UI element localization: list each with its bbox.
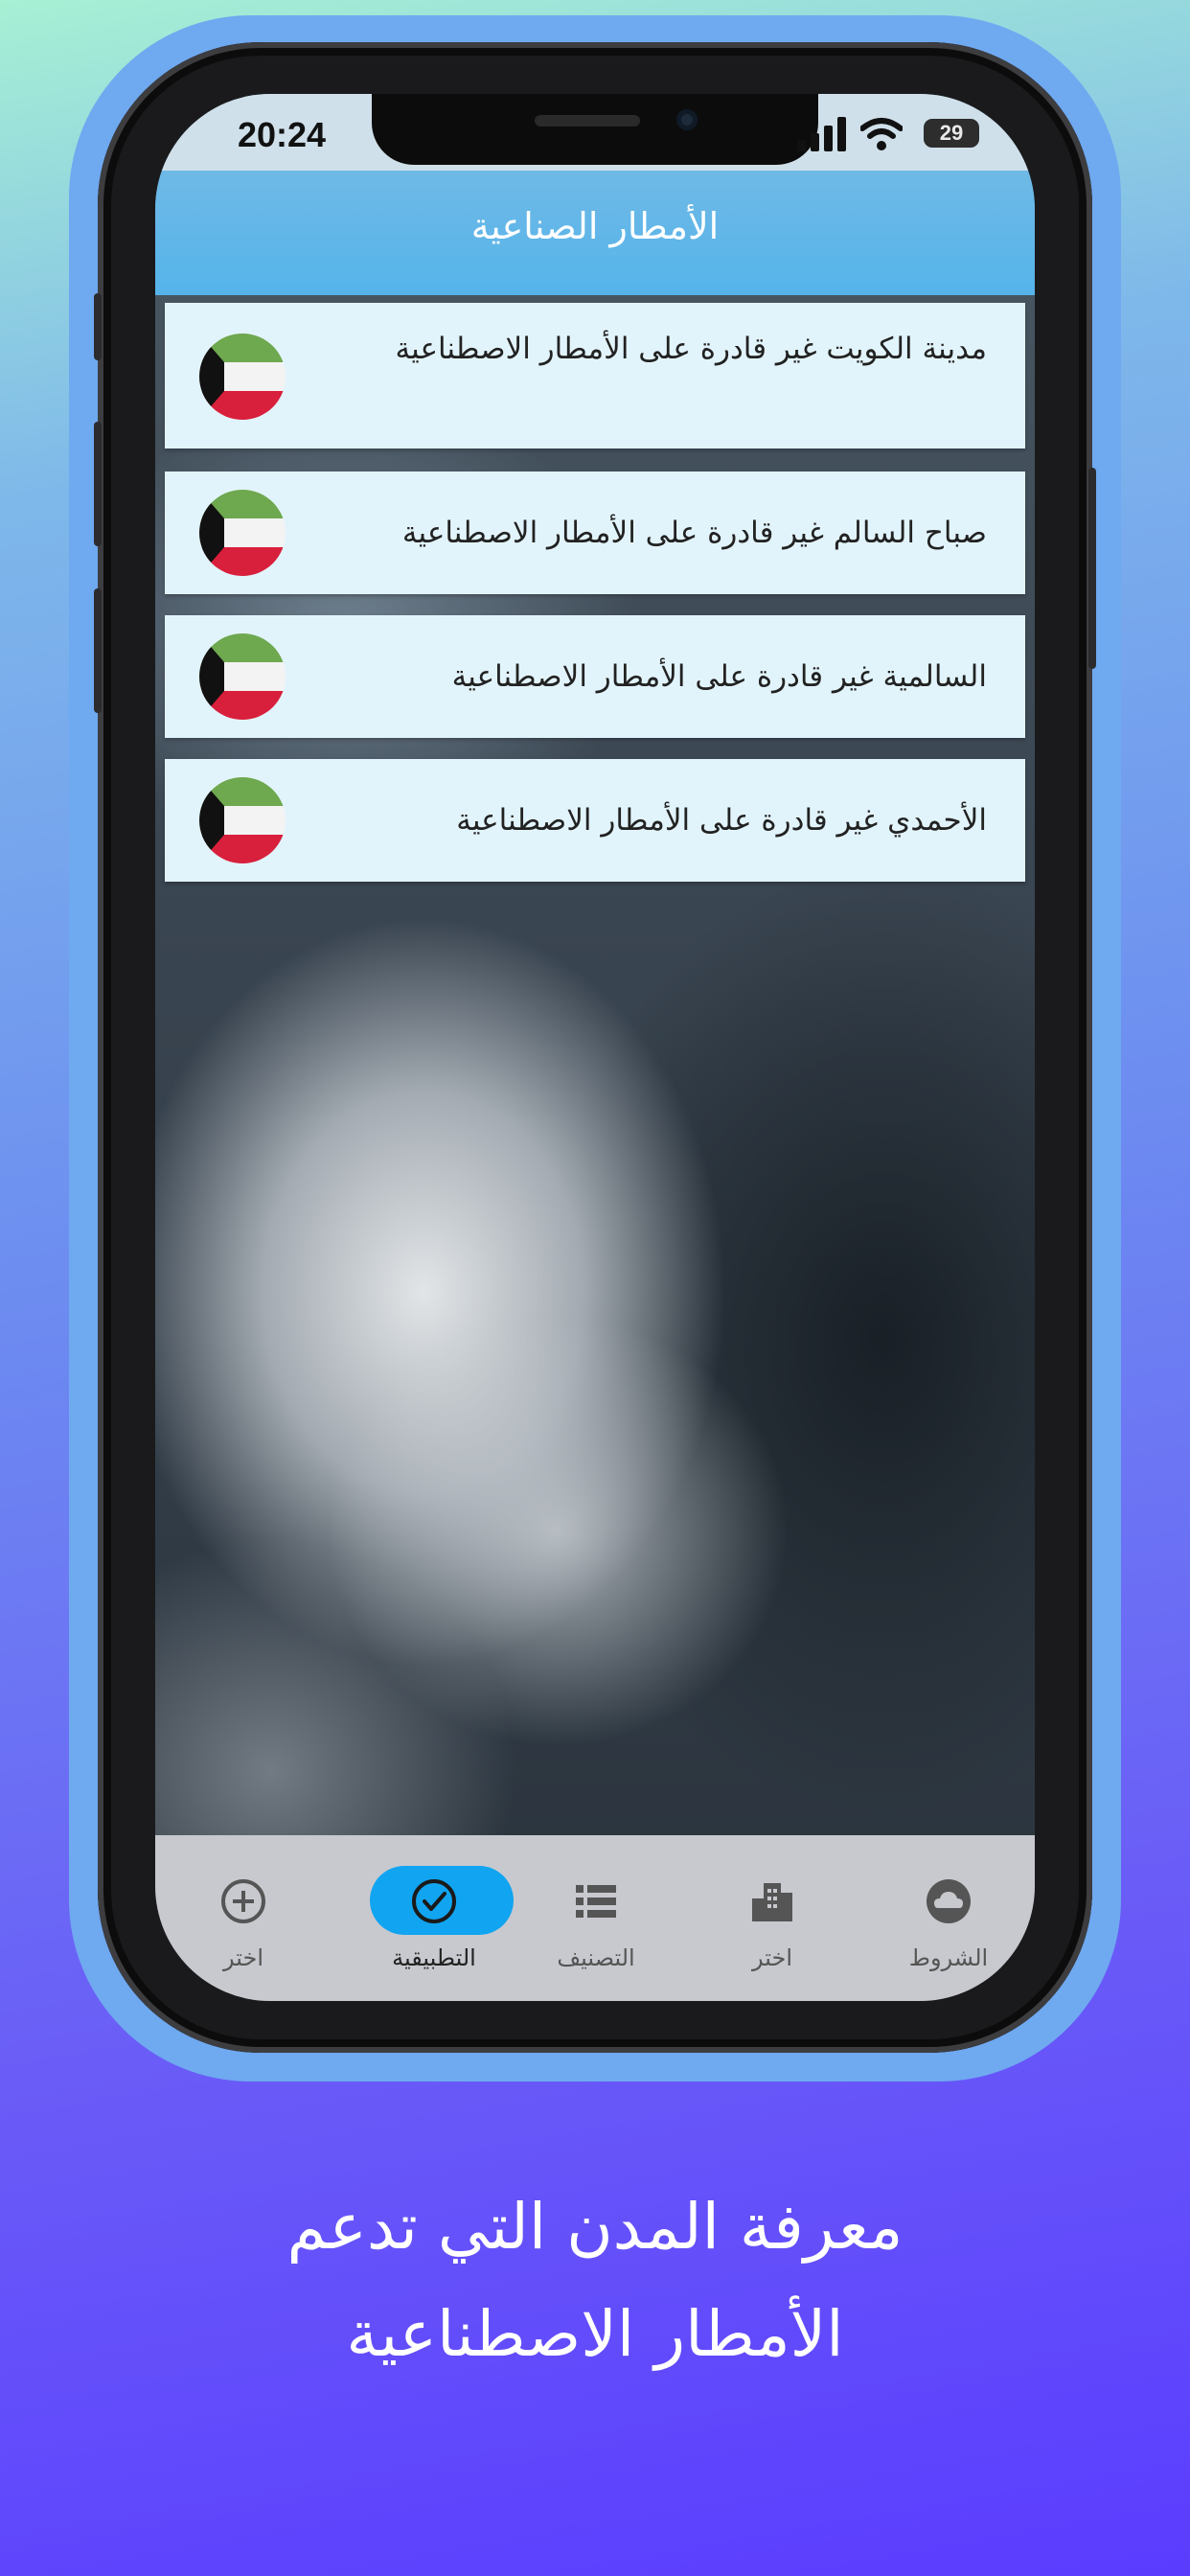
phone-screen: 20:24 29 الأمطار الصناعية مدينة الكويت غ…	[155, 94, 1035, 2001]
tab-label: الشروط	[908, 1944, 989, 1971]
app-header: الأمطار الصناعية	[155, 171, 1035, 295]
tab-choose-city[interactable]: اختر	[684, 1835, 860, 2001]
tab-label: التطبيقية	[392, 1944, 476, 1971]
caption-line-2: الأمطار الاصطناعية	[346, 2297, 844, 2371]
battery-indicator: 29	[924, 119, 979, 148]
status-time: 20:24	[238, 115, 327, 154]
kuwait-flag-icon	[199, 490, 286, 576]
caption-line-1: معرفة المدن التي تدعم	[286, 2190, 904, 2264]
list-item[interactable]: الأحمدي غير قادرة على الأمطار الاصطناعية	[165, 759, 1025, 882]
city-status-text: السالمية غير قادرة على الأمطار الاصطناعي…	[451, 659, 987, 694]
bottom-tab-bar: اختر التطبيقية التصنيف اختر الشروط	[155, 1835, 1035, 2001]
list-item[interactable]: السالمية غير قادرة على الأمطار الاصطناعي…	[165, 615, 1025, 738]
tab-conditions[interactable]: الشروط	[860, 1835, 1035, 2001]
notch	[372, 94, 818, 165]
kuwait-flag-icon	[199, 334, 286, 420]
front-camera	[676, 109, 698, 130]
volume-down-button	[94, 588, 102, 713]
volume-up-button	[94, 422, 102, 546]
kuwait-flag-icon	[199, 633, 286, 720]
status-bar: 20:24 29	[155, 94, 1035, 171]
tab-label: التصنيف	[557, 1944, 635, 1971]
list-icon	[508, 1877, 684, 1925]
tab-choose-add[interactable]: اختر	[155, 1835, 332, 2001]
city-status-text: مدينة الكويت غير قادرة على الأمطار الاصط…	[395, 332, 987, 366]
earpiece-speaker	[535, 115, 640, 126]
promo-caption: معرفة المدن التي تدعم الأمطار الاصطناعية	[0, 2174, 1190, 2388]
city-status-text: الأحمدي غير قادرة على الأمطار الاصطناعية	[456, 803, 987, 838]
tab-classification[interactable]: التصنيف	[508, 1835, 684, 2001]
check-circle-icon	[360, 1877, 508, 1925]
list-item[interactable]: صباح السالم غير قادرة على الأمطار الاصطن…	[165, 472, 1025, 594]
cloud-icon	[860, 1877, 1035, 1925]
tab-label: اختر	[752, 1944, 792, 1971]
list-item[interactable]: مدينة الكويت غير قادرة على الأمطار الاصط…	[165, 303, 1025, 448]
signal-icon	[797, 117, 846, 151]
kuwait-flag-icon	[199, 777, 286, 863]
city-status-text: صباح السالم غير قادرة على الأمطار الاصطن…	[401, 516, 987, 550]
status-icons: 29	[797, 115, 979, 153]
page-title: الأمطار الصناعية	[470, 205, 720, 247]
city-icon	[684, 1877, 860, 1925]
tab-label: اختر	[223, 1944, 263, 1971]
wifi-icon	[860, 118, 903, 150]
tab-applied[interactable]: التطبيقية	[332, 1835, 514, 2001]
mute-switch	[94, 293, 102, 360]
add-circle-icon	[155, 1877, 332, 1925]
power-button	[1088, 468, 1096, 669]
